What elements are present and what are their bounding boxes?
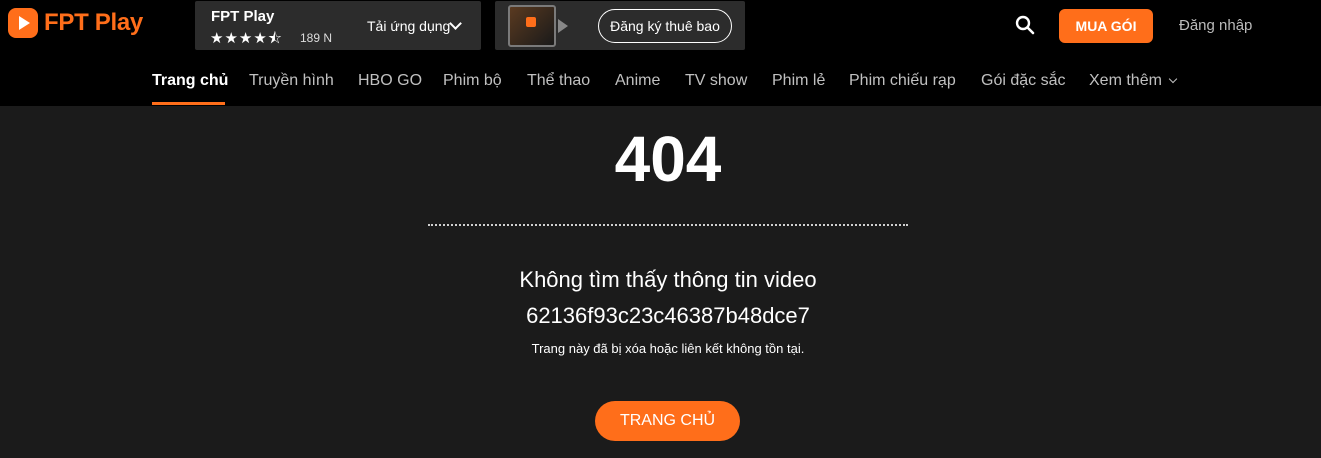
subscribe-button[interactable]: Đăng ký thuê bao [598, 9, 732, 43]
rating-count: 189 N [300, 31, 333, 45]
nav-item-movies[interactable]: Phim lẻ [772, 72, 825, 90]
nav-item-tv-show[interactable]: TV show [685, 72, 747, 90]
top-header: FPT Play FPT Play ★★★★⯪ 189 N Tải ứng dụ… [0, 0, 1321, 106]
nav-item-hbo-go[interactable]: HBO GO [358, 72, 422, 90]
dotted-divider [428, 224, 908, 226]
nav-item-series[interactable]: Phim bộ [443, 72, 502, 90]
subscription-promo[interactable]: Đăng ký thuê bao [495, 1, 745, 50]
nav-item-home[interactable]: Trang chủ [152, 72, 228, 90]
nav-item-anime[interactable]: Anime [615, 72, 660, 90]
home-button[interactable]: TRANG CHỦ [595, 401, 740, 441]
play-icon [8, 8, 38, 38]
fpt-play-logo[interactable]: FPT Play [8, 8, 143, 38]
chevron-down-icon[interactable] [449, 17, 462, 30]
nav-item-sports[interactable]: Thể thao [527, 72, 590, 90]
rating-stars-icon: ★★★★⯪ [210, 30, 283, 47]
error-code: 404 [614, 123, 722, 195]
app-download-banner[interactable]: FPT Play ★★★★⯪ 189 N Tải ứng dụng [195, 1, 481, 50]
nav-item-cinema[interactable]: Phim chiếu rạp [849, 72, 956, 90]
search-icon[interactable] [1015, 15, 1035, 35]
download-app-label[interactable]: Tải ứng dụng [367, 18, 450, 34]
fpt-play-box-icon [508, 5, 568, 47]
chevron-down-icon [1168, 74, 1178, 84]
main-nav: Trang chủ Truyền hình HBO GO Phim bộ Thể… [0, 62, 1321, 106]
error-title: Không tìm thấy thông tin video [519, 267, 817, 292]
video-id: 62136f93c23c46387b48dce7 [526, 303, 810, 328]
active-tab-indicator [152, 102, 225, 105]
nav-item-packages[interactable]: Gói đặc sắc [981, 72, 1065, 90]
login-link[interactable]: Đăng nhập [1179, 17, 1252, 34]
logo-text: FPT Play [44, 9, 143, 36]
nav-item-more[interactable]: Xem thêm [1089, 72, 1178, 90]
nav-more-label: Xem thêm [1089, 72, 1162, 89]
app-name: FPT Play [211, 8, 275, 25]
nav-item-tv[interactable]: Truyền hình [249, 72, 334, 90]
error-description: Trang này đã bị xóa hoặc liên kết không … [531, 341, 805, 356]
buy-package-button[interactable]: MUA GÓI [1059, 9, 1153, 43]
